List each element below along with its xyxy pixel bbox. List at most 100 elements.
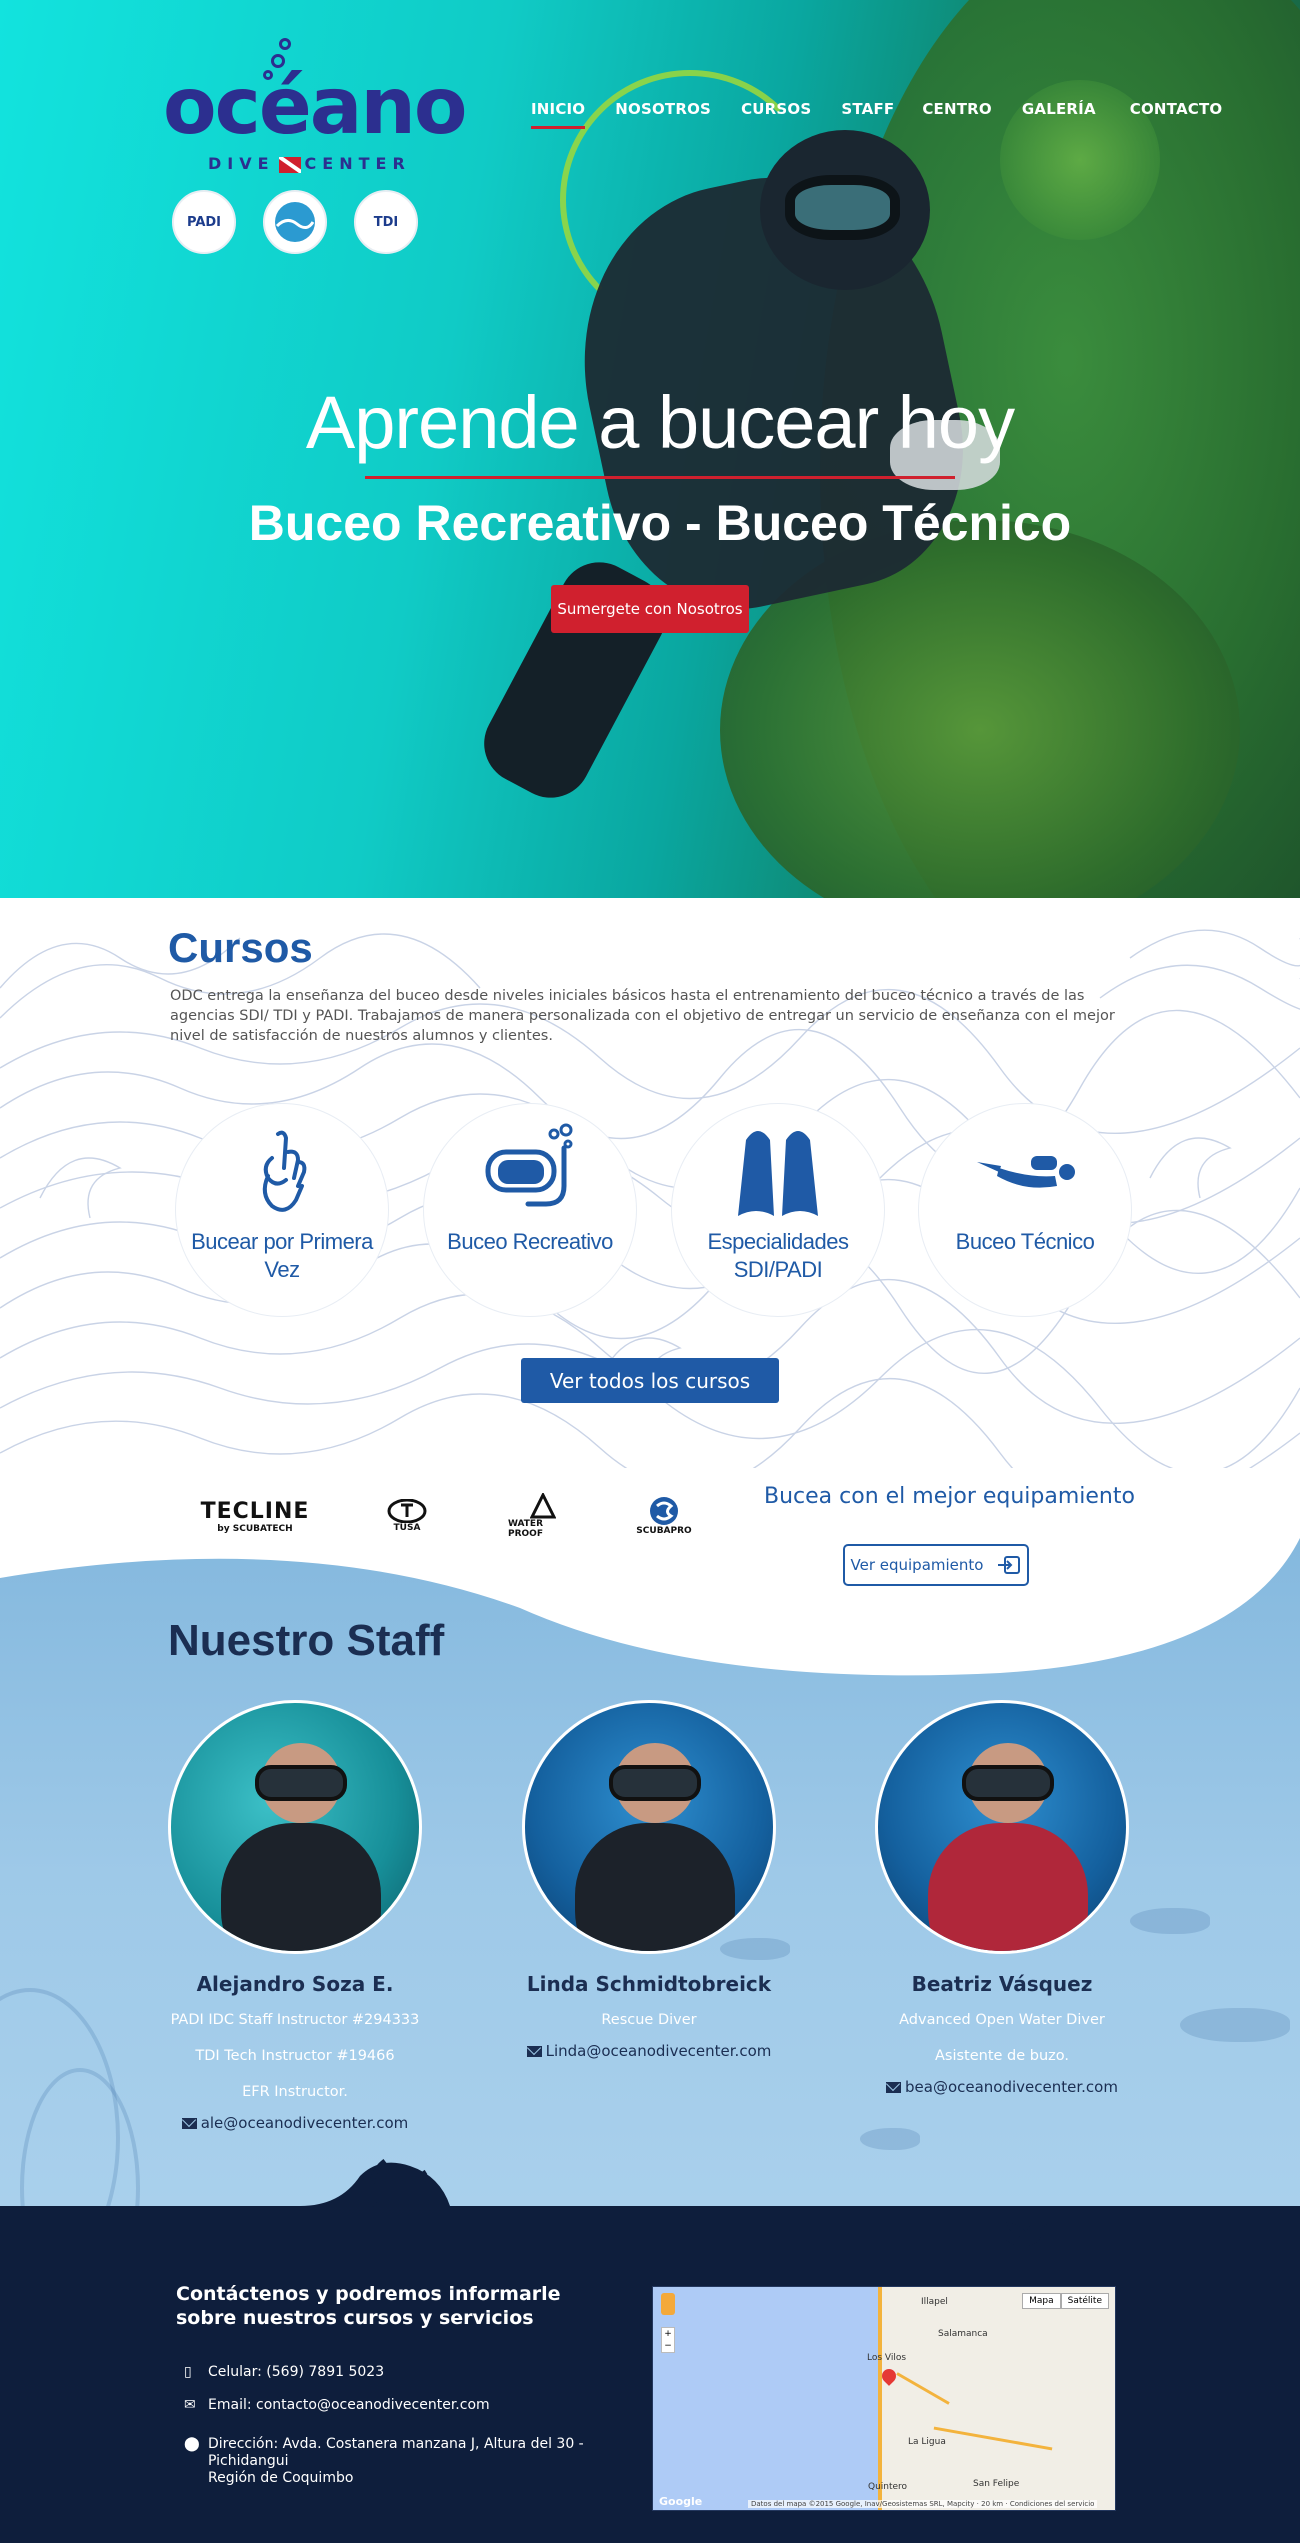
- staff-photo[interactable]: [875, 1700, 1129, 1954]
- map-type-map[interactable]: Mapa: [1022, 2293, 1061, 2309]
- course-card-tecnico[interactable]: Buceo Técnico: [919, 1104, 1131, 1316]
- google-map[interactable]: + − Mapa Satélite Illapel Salamanca Los Vi…: [652, 2286, 1116, 2511]
- nav-item-centro[interactable]: CENTRO: [922, 100, 992, 129]
- tdi-badge-icon[interactable]: TDI: [354, 190, 418, 254]
- bubble-icon: [279, 38, 291, 50]
- agency-badges: PADI TDI: [172, 190, 418, 254]
- diver-mask: [609, 1765, 701, 1801]
- staff-role: TDI Tech Instructor #19466: [195, 2048, 395, 2064]
- nav-item-galeria[interactable]: GALERÍA: [1022, 100, 1096, 129]
- staff-name: Alejandro Soza E.: [196, 1972, 394, 1996]
- diver-mask: [255, 1765, 347, 1801]
- fish-silhouette: [860, 2128, 920, 2150]
- brand-scubapro[interactable]: SCUBAPRO: [626, 1486, 702, 1546]
- brand-tusa[interactable]: TUSA: [372, 1486, 442, 1546]
- contact-phone-text: Celular: (569) 7891 5023: [208, 2364, 385, 2380]
- ver-cursos-button[interactable]: Ver todos los cursos: [521, 1358, 779, 1403]
- map-type-satellite[interactable]: Satélite: [1060, 2293, 1109, 2309]
- hero-title: Aprende a bucear hoy: [305, 381, 1015, 464]
- staff-card-beatriz: Beatriz Vásquez Advanced Open Water Dive…: [832, 1700, 1172, 2096]
- scuba-diving-international-badge-icon[interactable]: [263, 190, 327, 254]
- diver-torso: [221, 1823, 381, 1951]
- footer-title: Contáctenos y podremos informarle sobre …: [176, 2283, 561, 2329]
- staff-email-link[interactable]: bea@oceanodivecenter.com: [832, 2078, 1172, 2096]
- brand-sub: by SCUBATECH: [217, 1523, 293, 1534]
- diver-torso: [928, 1823, 1088, 1951]
- logo-word: océano: [163, 62, 467, 152]
- contact-address: ⬤ Dirección: Avda. Costanera manzana J, …: [184, 2436, 584, 2487]
- cursos-section: Cursos ODC entrega la enseñanza del buce…: [0, 898, 1300, 1468]
- staff-photo[interactable]: [522, 1700, 776, 1954]
- map-terms-link[interactable]: Condiciones del servicio: [1010, 2500, 1095, 2508]
- enter-arrow-icon: [998, 1556, 1021, 1574]
- course-label: Buceo Técnico: [955, 1229, 1095, 1254]
- course-card-especialidades[interactable]: Especialidades SDI/PADI: [672, 1104, 884, 1316]
- sumergete-button[interactable]: Sumergete con Nosotros: [551, 585, 749, 633]
- map-zoom-control[interactable]: + −: [661, 2327, 675, 2353]
- staff-role: EFR Instructor.: [242, 2084, 348, 2100]
- staff-role: Asistente de buzo.: [934, 2048, 1070, 2064]
- staff-card-linda: Linda Schmidtobreick Rescue Diver Linda@…: [479, 1700, 819, 2060]
- nav-item-inicio[interactable]: INICIO: [531, 100, 586, 129]
- logo-tagline: DIVE CENTER: [208, 154, 411, 173]
- tusa-logo-icon: [387, 1499, 427, 1523]
- hero-subtitle: Buceo Recreativo - Buceo Técnico: [248, 495, 1072, 551]
- nav-item-nosotros[interactable]: NOSOTROS: [615, 100, 711, 129]
- course-card-recreativo[interactable]: Buceo Recreativo: [424, 1104, 636, 1316]
- sdi-wave-icon: [275, 202, 315, 242]
- equipment-text: Bucea con el mejor equipamiento: [764, 1484, 1135, 1509]
- map-scale: 20 km: [981, 2500, 1004, 2508]
- agency-label: PADI: [186, 214, 222, 230]
- contact-address-line: Dirección: Avda. Costanera manzana J, Al…: [208, 2436, 584, 2469]
- brand-waterproof[interactable]: WATER PROOF: [508, 1486, 578, 1546]
- contact-phone[interactable]: ▯ Celular: (569) 7891 5023: [184, 2364, 384, 2381]
- google-logo: Google: [659, 2495, 703, 2508]
- map-attribution-text: Datos del mapa ©2015 Google, Inav/Geosis…: [751, 2500, 975, 2508]
- fins-icon: [738, 1131, 818, 1216]
- ver-equipamiento-label: Ver equipamiento: [850, 1556, 984, 1574]
- staff-email: Linda@oceanodivecenter.com: [545, 2042, 772, 2060]
- map-town-label: Illapel: [921, 2297, 948, 2307]
- contact-email[interactable]: ✉ Email: contacto@oceanodivecenter.com: [184, 2397, 490, 2414]
- hero-divider: [365, 476, 955, 479]
- map-town-label: Los Vilos: [867, 2353, 907, 2363]
- staff-role: Advanced Open Water Diver: [899, 2012, 1105, 2028]
- twitter-icon[interactable]: [1004, 2208, 1060, 2248]
- staff-photo[interactable]: [168, 1700, 422, 1954]
- main-nav: INICIO NOSOTROS CURSOS STAFF CENTRO GALE…: [525, 100, 1222, 129]
- nav-item-cursos[interactable]: CURSOS: [741, 100, 811, 129]
- staff-name: Beatriz Vásquez: [911, 1972, 1093, 1996]
- nav-item-staff[interactable]: STAFF: [841, 100, 894, 129]
- logo-tagline-left: DIVE: [208, 154, 275, 173]
- facebook-icon[interactable]: [1080, 2208, 1100, 2248]
- map-road: [878, 2287, 882, 2510]
- staff-name: Linda Schmidtobreick: [526, 1972, 772, 1996]
- padi-badge-icon[interactable]: PADI: [172, 190, 236, 254]
- contact-email-text: Email: contacto@oceanodivecenter.com: [208, 2397, 490, 2413]
- ver-equipamiento-button[interactable]: Ver equipamiento: [843, 1544, 1029, 1586]
- map-attribution: Datos del mapa ©2015 Google, Inav/Geosis…: [748, 2500, 1098, 2508]
- nav-item-contacto[interactable]: CONTACTO: [1130, 100, 1223, 129]
- staff-section: TECLINE by SCUBATECH TUSA WATER PROOF SC…: [0, 1468, 1300, 2206]
- map-town-label: San Felipe: [973, 2479, 1020, 2489]
- logo-tagline-right: CENTER: [304, 154, 411, 173]
- street-view-pegman-icon[interactable]: [661, 2293, 675, 2315]
- staff-email-link[interactable]: ale@oceanodivecenter.com: [125, 2114, 465, 2132]
- footer-wave-divider: [0, 2159, 1300, 2236]
- diver-torso: [575, 1823, 735, 1951]
- location-pin-icon: ⬤: [184, 2436, 200, 2452]
- ok-hand-icon: [262, 1130, 307, 1212]
- map-land: [878, 2287, 1115, 2510]
- brand-tecline[interactable]: TECLINE by SCUBATECH: [190, 1486, 320, 1546]
- staff-title: Nuestro Staff: [168, 1616, 445, 1665]
- staff-email-link[interactable]: Linda@oceanodivecenter.com: [479, 2042, 819, 2060]
- scubapro-logo-icon: [650, 1497, 678, 1525]
- mobile-phone-icon: ▯: [184, 2364, 192, 2380]
- brand-name: WATER PROOF: [508, 1519, 544, 1539]
- course-card-primera-vez[interactable]: Bucear por Primera Vez: [176, 1104, 388, 1316]
- site-logo[interactable]: océano DIVE CENTER: [163, 38, 467, 178]
- course-label: Bucear por Primera Vez: [191, 1229, 373, 1282]
- brand-name: TUSA: [393, 1523, 421, 1533]
- envelope-icon: [526, 2045, 542, 2057]
- diver-icon: [977, 1156, 1075, 1188]
